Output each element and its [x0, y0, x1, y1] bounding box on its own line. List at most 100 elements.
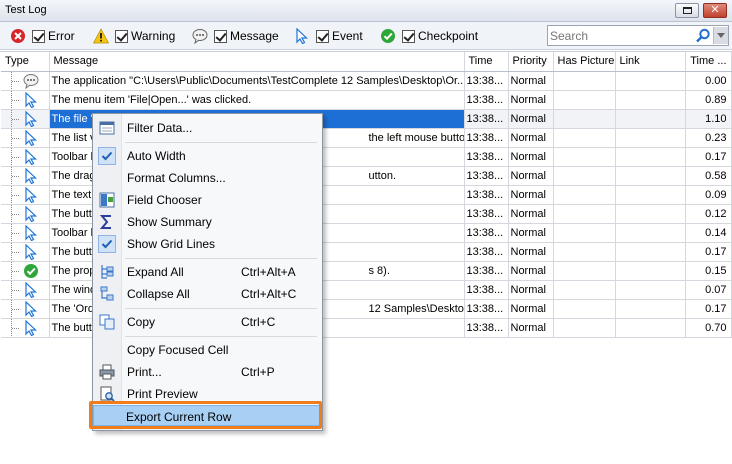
table-row[interactable]: The application "C:\Users\Public\Documen…: [1, 71, 732, 91]
message-text: The drag: [51, 169, 96, 182]
filter-error[interactable]: Error: [10, 27, 75, 45]
column-header-message[interactable]: Message: [49, 52, 465, 72]
event-icon: [23, 129, 39, 146]
time2-cell: 0.23: [685, 128, 732, 148]
has-picture-cell: [553, 147, 616, 167]
type-cell: [1, 71, 50, 91]
type-cell: [1, 204, 50, 224]
column-header-time[interactable]: Time: [464, 52, 509, 72]
tree-connector: [11, 318, 19, 336]
menu-item-auto-width[interactable]: Auto Width: [95, 145, 320, 166]
priority-cell: Normal: [508, 71, 554, 91]
restore-button[interactable]: [675, 3, 699, 18]
log-grid: Type Message Time Priority Has Picture L…: [0, 51, 732, 464]
has-picture-cell: [553, 223, 616, 243]
event-checkbox[interactable]: [316, 29, 329, 43]
has-picture-cell: [553, 128, 616, 148]
search-dropdown-button[interactable]: [713, 27, 728, 44]
filter-warning[interactable]: Warning: [93, 27, 175, 45]
copy-icon: [99, 314, 115, 330]
priority-cell: Normal: [508, 299, 554, 319]
has-picture-cell: [553, 90, 616, 110]
time-cell: 13:38...: [464, 242, 509, 262]
has-picture-cell: [553, 261, 616, 281]
priority-cell: Normal: [508, 109, 554, 129]
priority-cell: Normal: [508, 261, 554, 281]
type-cell: [1, 280, 50, 300]
tree-connector: [11, 90, 19, 108]
type-cell: [1, 90, 50, 110]
message-text: Toolbar b: [51, 226, 97, 239]
menu-item-label: Show Summary: [127, 215, 212, 229]
search-input[interactable]: [550, 28, 690, 43]
message-checkbox[interactable]: [214, 29, 227, 43]
time2-cell: 0.17: [685, 147, 732, 167]
message-text: The file ': [51, 112, 93, 125]
message-icon: [192, 29, 208, 44]
message-text: The butt: [51, 321, 92, 334]
filter-event[interactable]: Event: [294, 27, 363, 45]
menu-item-copy[interactable]: Copy Ctrl+C: [95, 311, 320, 332]
link-cell: [615, 318, 686, 338]
type-cell: [1, 261, 50, 281]
link-cell: [615, 204, 686, 224]
column-header-link[interactable]: Link: [615, 52, 686, 72]
menu-item-print[interactable]: Print... Ctrl+P: [95, 361, 320, 382]
menu-item-filter-data[interactable]: Filter Data...: [95, 117, 320, 138]
menu-item-format-columns[interactable]: Format Columns...: [95, 167, 320, 188]
link-cell: [615, 280, 686, 300]
message-text-tail: utton.: [368, 169, 397, 182]
event-icon: [23, 167, 39, 184]
type-cell: [1, 299, 50, 319]
time2-cell: 0.00: [685, 71, 732, 91]
type-cell: [1, 242, 50, 262]
link-cell: [615, 242, 686, 262]
error-checkbox[interactable]: [32, 29, 45, 43]
warning-icon: [93, 28, 109, 44]
menu-item-shortcut: Ctrl+Alt+C: [241, 287, 297, 301]
type-cell: [1, 318, 50, 338]
column-header-has-picture[interactable]: Has Picture: [553, 52, 616, 72]
menu-item-collapse-all[interactable]: Collapse All Ctrl+Alt+C: [95, 283, 320, 304]
time-cell: 13:38...: [464, 261, 509, 281]
search-box[interactable]: [547, 25, 729, 46]
tree-connector: [11, 261, 19, 279]
column-header-type[interactable]: Type: [1, 52, 50, 72]
time-cell: 13:38...: [464, 204, 509, 224]
menu-item-field-chooser[interactable]: Field Chooser: [95, 189, 320, 210]
blank-icon: [99, 170, 115, 186]
menu-item-show-grid-lines[interactable]: Show Grid Lines: [95, 233, 320, 254]
close-button[interactable]: ✕: [703, 3, 727, 18]
has-picture-cell: [553, 242, 616, 262]
column-header-time-elapsed[interactable]: Time ...: [685, 52, 732, 72]
time2-cell: 0.89: [685, 90, 732, 110]
filter-icon: [99, 120, 115, 136]
priority-cell: Normal: [508, 223, 554, 243]
table-row[interactable]: The menu item 'File|Open...' was clicked…: [1, 90, 732, 110]
menu-item-shortcut: Ctrl+P: [241, 365, 275, 379]
menu-item-expand-all[interactable]: Expand All Ctrl+Alt+A: [95, 261, 320, 282]
event-icon: [23, 300, 39, 317]
event-icon: [23, 243, 39, 260]
priority-cell: Normal: [508, 204, 554, 224]
filter-message[interactable]: Message: [192, 27, 279, 45]
message-text: The butt: [51, 207, 92, 220]
tree-connector: [11, 166, 19, 184]
error-icon: [11, 29, 25, 43]
search-icon[interactable]: [695, 28, 711, 44]
has-picture-cell: [553, 71, 616, 91]
time2-cell: 0.12: [685, 204, 732, 224]
checkpoint-checkbox[interactable]: [402, 29, 415, 43]
menu-item-show-summary[interactable]: Show Summary: [95, 211, 320, 232]
event-icon: [23, 281, 39, 298]
time2-cell: 0.14: [685, 223, 732, 243]
has-picture-cell: [553, 166, 616, 186]
message-text: The butt: [51, 245, 92, 258]
filter-checkpoint[interactable]: Checkpoint: [380, 27, 478, 45]
link-cell: [615, 185, 686, 205]
column-header-priority[interactable]: Priority: [508, 52, 554, 72]
priority-cell: Normal: [508, 185, 554, 205]
tree-connector: [11, 242, 19, 260]
menu-item-copy-focused-cell[interactable]: Copy Focused Cell: [95, 339, 320, 360]
warning-checkbox[interactable]: [115, 29, 128, 43]
